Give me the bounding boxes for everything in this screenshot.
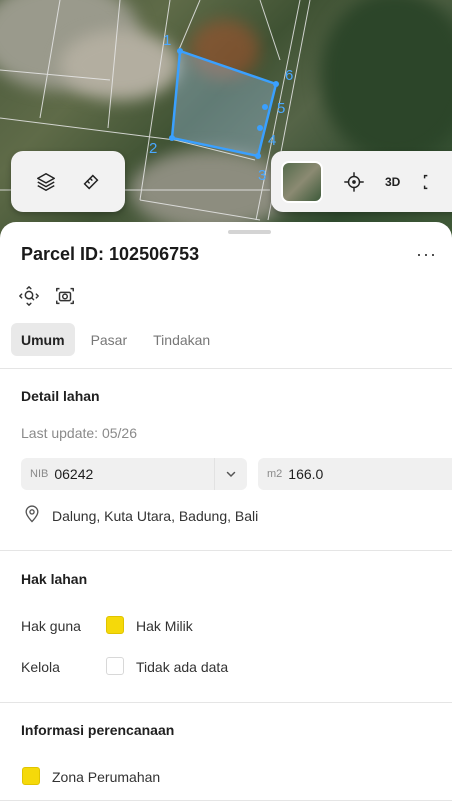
parcel-detail-sheet: Parcel ID: 102506753 ··· Umum Pasar Tind… [0, 222, 452, 804]
tab-tindakan[interactable]: Tindakan [143, 323, 220, 356]
layers-icon[interactable] [33, 169, 59, 195]
divider [0, 368, 452, 369]
focus-zoom-icon[interactable] [18, 285, 40, 307]
camera-icon[interactable] [54, 285, 76, 307]
basemap-thumbnail[interactable] [281, 160, 323, 203]
sheet-grabber[interactable] [228, 230, 271, 234]
nib-field[interactable]: NIB 06242 [21, 458, 247, 490]
section-title-detail: Detail lahan [21, 388, 100, 404]
vertex-marker[interactable] [273, 81, 279, 87]
kelola-value: Tidak ada data [136, 659, 229, 675]
divider [0, 702, 452, 703]
vertex-marker[interactable] [255, 153, 261, 159]
kelola-label: Kelola [21, 659, 60, 675]
vertex-marker[interactable] [169, 135, 175, 141]
area-field[interactable]: m2 166.0 [258, 458, 452, 490]
tab-pasar[interactable]: Pasar [81, 323, 138, 356]
area-value: 166.0 [288, 466, 324, 482]
ruler-icon[interactable] [78, 169, 104, 195]
vertex-label: 3 [258, 167, 266, 184]
vertex-label: 2 [149, 140, 157, 157]
zone-text: Zona Perumahan [52, 769, 161, 785]
vertex-marker[interactable] [262, 104, 268, 110]
tab-bar: Umum Pasar Tindakan [11, 323, 220, 356]
map-view-panel: 3D [271, 151, 452, 212]
address-text: Dalung, Kuta Utara, Badung, Bali [52, 508, 259, 524]
parcel-title: Parcel ID: 102506753 [21, 244, 200, 264]
divider [0, 550, 452, 551]
tab-umum[interactable]: Umum [11, 323, 75, 356]
map-tools-panel [11, 151, 125, 212]
area-unit-label: m2 [267, 468, 283, 480]
vertex-marker[interactable] [177, 48, 183, 54]
vertex-label: 1 [163, 32, 171, 49]
more-options-button[interactable]: ··· [416, 244, 437, 265]
zone-swatch [22, 767, 40, 785]
3d-toggle-button[interactable]: 3D [385, 175, 400, 189]
vertex-marker[interactable] [257, 125, 263, 131]
vertex-label: 5 [277, 100, 285, 117]
hak-milik-swatch [106, 616, 124, 634]
hak-guna-label: Hak guna [21, 618, 81, 634]
crosshair-icon[interactable] [341, 169, 367, 195]
nib-value: 06242 [54, 466, 94, 482]
vertex-label: 4 [268, 132, 276, 149]
vertex-label: 6 [285, 67, 293, 84]
fullscreen-icon[interactable] [418, 169, 444, 195]
last-update-text: Last update: 05/26 [21, 425, 137, 441]
hak-guna-value: Hak Milik [136, 618, 193, 634]
section-title-planning: Informasi perencanaan [21, 722, 175, 738]
divider [0, 800, 452, 801]
nib-label: NIB [30, 468, 49, 480]
section-title-hak: Hak lahan [21, 571, 88, 587]
chevron-down-icon[interactable] [214, 458, 247, 490]
kelola-swatch [106, 657, 124, 675]
location-pin-icon [22, 504, 44, 526]
selected-parcel[interactable] [170, 49, 278, 158]
